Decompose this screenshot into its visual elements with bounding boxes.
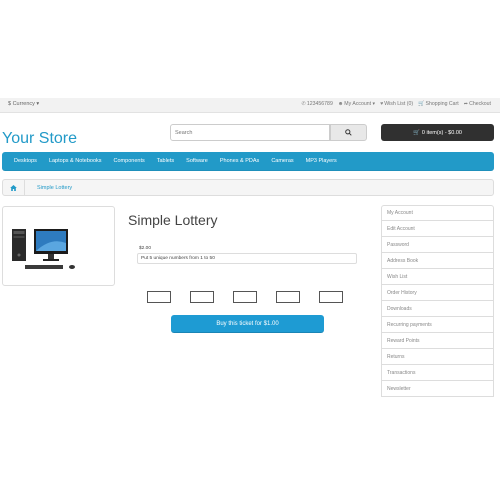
store-logo[interactable]: Your Store <box>2 130 77 148</box>
sidebar-item-transactions[interactable]: Transactions <box>381 365 494 381</box>
lottery-number-4[interactable] <box>276 291 300 303</box>
menu-item-phones[interactable]: Phones & PDAs <box>220 158 259 164</box>
menu-item-mp3[interactable]: MP3 Players <box>306 158 337 164</box>
product-title: Simple Lottery <box>128 212 218 228</box>
phone-icon: ✆ <box>301 101 306 107</box>
sidebar-item-my-account[interactable]: My Account <box>381 205 494 221</box>
cart-button[interactable]: 🛒 0 item(s) - $0.00 <box>381 124 494 141</box>
desktop-computer-image <box>12 229 75 269</box>
breadcrumb-home[interactable] <box>3 180 25 195</box>
user-icon: ☻ <box>337 101 344 107</box>
sidebar-item-address-book[interactable]: Address Book <box>381 253 494 269</box>
buy-ticket-button[interactable]: Buy this ticket for $1.00 <box>171 315 324 333</box>
lottery-number-5[interactable] <box>319 291 343 303</box>
breadcrumb: Simple Lottery <box>2 179 494 196</box>
sidebar-item-recurring-payments[interactable]: Recurring payments <box>381 317 494 333</box>
product-image[interactable] <box>2 206 115 286</box>
lottery-number-3[interactable] <box>233 291 257 303</box>
sidebar-item-order-history[interactable]: Order History <box>381 285 494 301</box>
account-sidebar: My Account Edit Account Password Address… <box>381 205 494 397</box>
product-price: $2.00 <box>139 246 152 251</box>
sidebar-item-returns[interactable]: Returns <box>381 349 494 365</box>
menu-item-cameras[interactable]: Cameras <box>271 158 293 164</box>
menu-item-desktops[interactable]: Desktops <box>14 158 37 164</box>
share-icon: ➦ <box>463 101 469 107</box>
menu-item-software[interactable]: Software <box>186 158 208 164</box>
cart-icon: 🛒 <box>418 101 425 107</box>
heart-icon: ♥ <box>380 101 384 107</box>
sidebar-item-edit-account[interactable]: Edit Account <box>381 221 494 237</box>
lottery-hint: Put 5 unique numbers from 1 to 50 <box>137 253 357 264</box>
shopping-cart-link[interactable]: 🛒Shopping Cart <box>418 101 459 107</box>
my-account-link[interactable]: ☻My Account ▾ <box>338 101 375 107</box>
menu-item-laptops[interactable]: Laptops & Notebooks <box>49 158 102 164</box>
cart-button-label: 0 item(s) - $0.00 <box>421 129 462 136</box>
menu-item-components[interactable]: Components <box>114 158 145 164</box>
checkout-link[interactable]: ➦Checkout <box>464 101 491 107</box>
lottery-number-1[interactable] <box>147 291 171 303</box>
sidebar-item-downloads[interactable]: Downloads <box>381 301 494 317</box>
cart-icon: 🛒 <box>413 129 420 136</box>
lottery-number-2[interactable] <box>190 291 214 303</box>
search-bar <box>170 124 367 141</box>
shopping-cart-label: Shopping Cart <box>425 101 459 107</box>
wishlist-label: Wish List (0) <box>384 101 414 107</box>
sidebar-item-reward-points[interactable]: Reward Points <box>381 333 494 349</box>
phone-link[interactable]: ✆123456789 <box>302 101 333 107</box>
currency-dropdown[interactable]: $ Currency ▾ <box>8 101 39 107</box>
home-icon <box>10 184 17 191</box>
breadcrumb-current[interactable]: Simple Lottery <box>25 185 72 191</box>
top-links: ✆123456789 ☻My Account ▾ ♥Wish List (0) … <box>302 101 492 107</box>
search-input[interactable] <box>170 124 330 141</box>
menu-item-tablets[interactable]: Tablets <box>157 158 174 164</box>
phone-label: 123456789 <box>306 101 333 107</box>
top-bar: $ Currency ▾ ✆123456789 ☻My Account ▾ ♥W… <box>0 98 500 113</box>
checkout-label: Checkout <box>469 101 491 107</box>
search-button[interactable] <box>330 124 367 141</box>
wishlist-link[interactable]: ♥Wish List (0) <box>380 101 413 107</box>
sidebar-item-newsletter[interactable]: Newsletter <box>381 381 494 397</box>
my-account-label: My Account ▾ <box>344 101 376 107</box>
main-menu: Desktops Laptops & Notebooks Components … <box>2 152 494 171</box>
sidebar-item-wish-list[interactable]: Wish List <box>381 269 494 285</box>
search-icon <box>345 129 352 136</box>
sidebar-item-password[interactable]: Password <box>381 237 494 253</box>
